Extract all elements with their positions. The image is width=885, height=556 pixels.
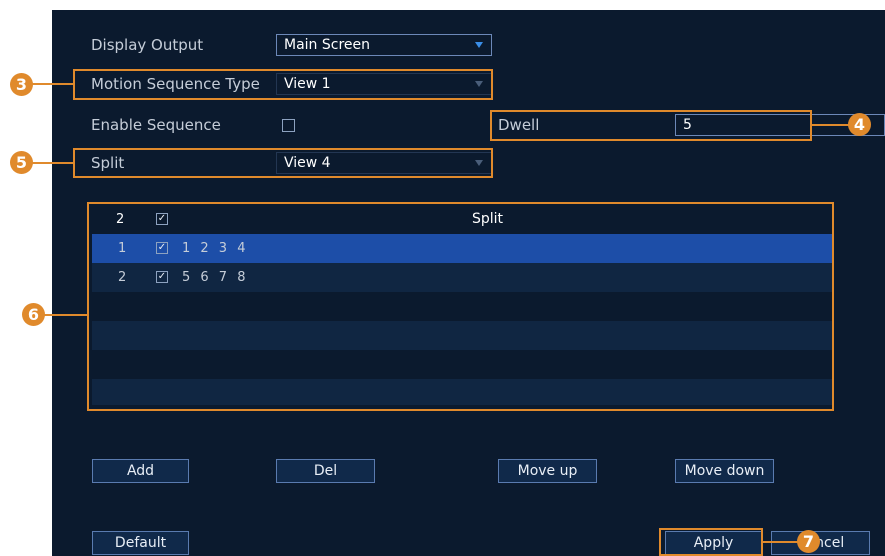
display-output-value: Main Screen [284,37,371,53]
del-button[interactable]: Del [276,459,375,483]
enable-sequence-checkbox[interactable] [282,119,295,132]
add-button[interactable]: Add [92,459,189,483]
callout-5-highlight [73,148,493,178]
callout-4-highlight [490,110,812,141]
chevron-down-icon [475,42,483,48]
callout-7-badge: 7 [797,530,820,553]
enable-sequence-label: Enable Sequence [91,116,221,134]
callout-3-highlight [73,69,493,100]
callout-4-leader [811,124,851,126]
callout-3-badge: 3 [10,73,33,96]
callout-6-highlight [87,202,834,411]
callout-4-badge: 4 [848,113,871,136]
default-button[interactable]: Default [92,531,189,555]
move-up-button[interactable]: Move up [498,459,597,483]
callout-3-leader [30,83,74,85]
callout-5-leader [30,162,74,164]
callout-7-leader [762,541,802,543]
callout-5-badge: 5 [10,151,33,174]
callout-7-highlight [659,528,763,556]
callout-6-leader [44,314,88,316]
callout-6-badge: 6 [22,303,45,326]
move-down-button[interactable]: Move down [675,459,774,483]
cancel-button[interactable]: Cancel [771,531,870,555]
display-output-select[interactable]: Main Screen [276,34,492,56]
display-output-label: Display Output [91,36,204,54]
